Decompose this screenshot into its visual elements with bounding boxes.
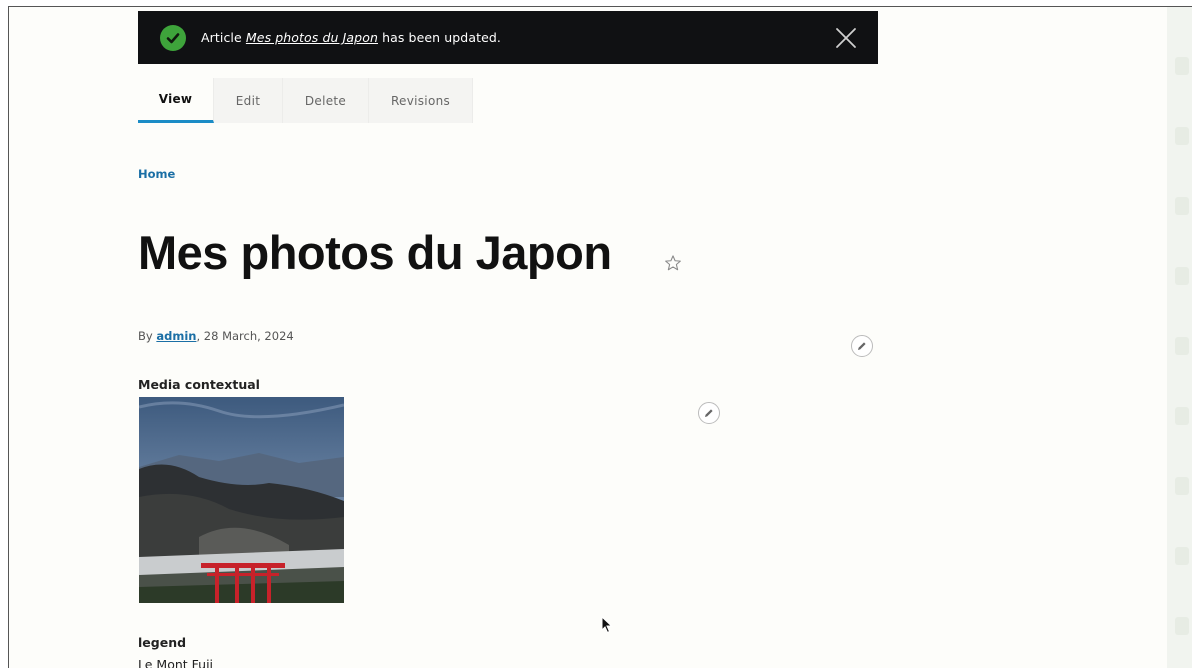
legend-field-value: Le Mont Fuji — [138, 657, 214, 668]
contextual-edit-pencil-icon[interactable] — [851, 335, 873, 357]
legend-field-label: legend — [138, 635, 187, 650]
status-article-link[interactable]: Mes photos du Japon — [246, 30, 378, 45]
status-text: Article Mes photos du Japon has been upd… — [201, 30, 501, 45]
status-message: Article Mes photos du Japon has been upd… — [138, 11, 878, 64]
right-scroll-rail[interactable] — [1167, 7, 1192, 668]
mouse-cursor-icon — [601, 615, 613, 634]
page-title: Mes photos du Japon — [138, 226, 612, 279]
byline-prefix: By — [138, 329, 153, 343]
status-prefix: Article — [201, 30, 242, 45]
author-link[interactable]: admin — [156, 329, 196, 343]
star-icon[interactable] — [664, 254, 682, 272]
media-image — [139, 397, 344, 603]
media-field-label: Media contextual — [138, 377, 260, 392]
tab-delete[interactable]: Delete — [283, 78, 369, 123]
page-canvas: Article Mes photos du Japon has been upd… — [9, 7, 1169, 668]
check-circle-icon — [160, 24, 186, 51]
local-tasks-tabs: View Edit Delete Revisions — [138, 78, 473, 123]
browser-viewport: Article Mes photos du Japon has been upd… — [8, 6, 1192, 668]
tab-edit[interactable]: Edit — [214, 78, 283, 123]
media-contextual-pencil-icon[interactable] — [698, 402, 720, 424]
tab-view[interactable]: View — [138, 78, 214, 123]
breadcrumb-home-link[interactable]: Home — [138, 167, 175, 181]
breadcrumb: Home — [138, 167, 175, 181]
article-byline: By admin, 28 March, 2024 — [138, 329, 294, 343]
tab-revisions[interactable]: Revisions — [369, 78, 473, 123]
close-icon[interactable] — [834, 26, 858, 50]
status-suffix: has been updated. — [382, 30, 501, 45]
article-date: , 28 March, 2024 — [196, 329, 294, 343]
